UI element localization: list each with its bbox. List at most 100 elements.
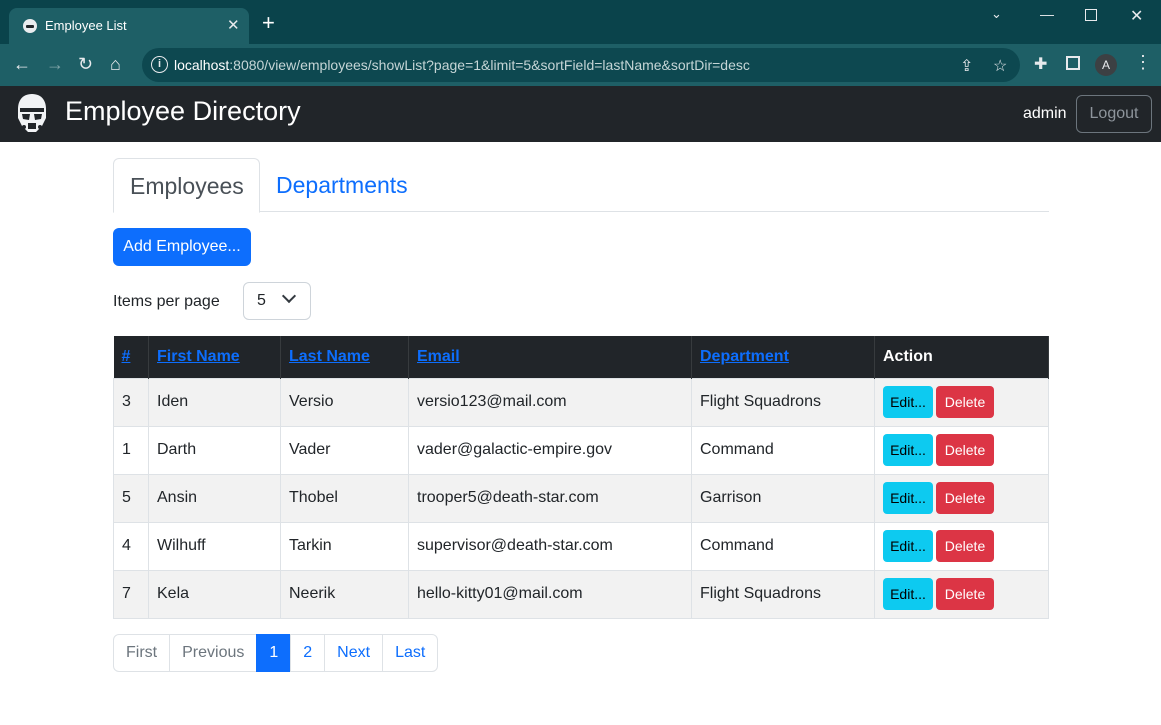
delete-button[interactable]: Delete — [936, 434, 994, 466]
tab-employees[interactable]: Employees — [113, 158, 260, 213]
bookmark-star-icon[interactable]: ☆ — [993, 56, 1007, 76]
address-bar[interactable]: i localhost:8080/view/employees/showList… — [142, 48, 1020, 82]
chevron-down-icon — [281, 288, 297, 304]
page-next-link[interactable]: Next — [324, 634, 384, 672]
cell-last-name: Neerik — [280, 569, 409, 619]
cell-department: Flight Squadrons — [691, 569, 875, 619]
stormtrooper-logo-icon[interactable] — [14, 92, 50, 136]
share-icon[interactable]: ⇪ — [960, 56, 973, 76]
cell-last-name: Thobel — [280, 473, 409, 523]
delete-button[interactable]: Delete — [936, 530, 994, 562]
delete-button[interactable]: Delete — [936, 482, 994, 514]
cell-email: supervisor@death-star.com — [408, 521, 692, 571]
items-per-page-label: Items per page — [113, 293, 220, 310]
forward-icon[interactable]: → — [46, 53, 64, 75]
site-info-icon[interactable]: i — [151, 56, 168, 73]
cell-email: vader@galactic-empire.gov — [408, 425, 692, 475]
cell-email: versio123@mail.com — [408, 377, 692, 427]
cell-department: Flight Squadrons — [691, 377, 875, 427]
browser-titlebar: Employee List ✕ + ⌄ — ✕ — [0, 0, 1161, 44]
cell-first-name: Wilhuff — [148, 521, 281, 571]
page-previous-link[interactable]: Previous — [169, 634, 258, 672]
cell-actions: Edit... Delete — [874, 377, 1049, 427]
url-text[interactable]: localhost:8080/view/employees/showList?p… — [174, 57, 750, 73]
profile-avatar[interactable]: A — [1095, 54, 1117, 76]
header-id[interactable]: # — [113, 336, 149, 378]
table-row: 1 Darth Vader vader@galactic-empire.gov … — [113, 425, 1049, 475]
header-email[interactable]: Email — [408, 336, 692, 378]
employee-table: # First Name Last Name Email Department … — [113, 336, 1049, 619]
header-last-name[interactable]: Last Name — [280, 336, 409, 378]
app-navbar: Employee Directory admin Logout — [0, 86, 1161, 142]
pagination: First Previous 1 2 Next Last — [113, 634, 439, 672]
table-header-row: # First Name Last Name Email Department … — [113, 336, 1049, 378]
header-first-name[interactable]: First Name — [148, 336, 281, 378]
page-first-link[interactable]: First — [113, 634, 171, 672]
page-2-link[interactable]: 2 — [290, 634, 326, 672]
close-tab-icon[interactable]: ✕ — [227, 16, 240, 34]
edit-button[interactable]: Edit... — [883, 578, 933, 610]
sort-first-name-link[interactable]: First Name — [157, 348, 240, 365]
edit-button[interactable]: Edit... — [883, 386, 933, 418]
edit-button[interactable]: Edit... — [883, 530, 933, 562]
table-row: 5 Ansin Thobel trooper5@death-star.com G… — [113, 473, 1049, 523]
chrome-menu-icon[interactable]: ⋮ — [1134, 52, 1152, 73]
cell-id: 1 — [113, 425, 149, 475]
sort-id-link[interactable]: # — [122, 348, 131, 365]
sort-department-link[interactable]: Department — [700, 348, 789, 365]
back-icon[interactable]: ← — [13, 53, 31, 75]
cell-last-name: Tarkin — [280, 521, 409, 571]
delete-button[interactable]: Delete — [936, 386, 994, 418]
page-last-link[interactable]: Last — [382, 634, 439, 672]
table-row: 3 Iden Versio versio123@mail.com Flight … — [113, 377, 1049, 427]
cell-actions: Edit... Delete — [874, 521, 1049, 571]
cell-actions: Edit... Delete — [874, 473, 1049, 523]
browser-tab[interactable]: Employee List ✕ — [9, 8, 249, 44]
sort-last-name-link[interactable]: Last Name — [289, 348, 370, 365]
side-panel-icon[interactable] — [1066, 56, 1080, 70]
header-department[interactable]: Department — [691, 336, 875, 378]
cell-email: hello-kitty01@mail.com — [408, 569, 692, 619]
cell-first-name: Ansin — [148, 473, 281, 523]
home-icon[interactable]: ⌂ — [110, 53, 121, 75]
section-tabs: Employees Departments — [113, 158, 1049, 213]
items-per-page-select[interactable]: 5 — [243, 282, 311, 320]
delete-button[interactable]: Delete — [936, 578, 994, 610]
stormtrooper-favicon-icon — [23, 19, 37, 33]
browser-toolbar: ← → ↻ ⌂ i localhost:8080/view/employees/… — [0, 44, 1161, 86]
page-content: Employee Directory admin Logout Employee… — [0, 86, 1161, 725]
tab-search-icon[interactable]: ⌄ — [991, 6, 1002, 22]
close-window-icon[interactable]: ✕ — [1130, 6, 1143, 26]
sort-email-link[interactable]: Email — [417, 348, 460, 365]
edit-button[interactable]: Edit... — [883, 482, 933, 514]
minimize-icon[interactable]: — — [1040, 6, 1054, 22]
cell-id: 5 — [113, 473, 149, 523]
cell-department: Command — [691, 425, 875, 475]
cell-department: Command — [691, 521, 875, 571]
username-label: admin — [1023, 105, 1067, 122]
cell-actions: Edit... Delete — [874, 569, 1049, 619]
cell-id: 3 — [113, 377, 149, 427]
cell-first-name: Kela — [148, 569, 281, 619]
cell-first-name: Iden — [148, 377, 281, 427]
cell-actions: Edit... Delete — [874, 425, 1049, 475]
tab-departments[interactable]: Departments — [260, 158, 424, 212]
cell-department: Garrison — [691, 473, 875, 523]
add-employee-button[interactable]: Add Employee... — [113, 228, 251, 266]
table-row: 4 Wilhuff Tarkin supervisor@death-star.c… — [113, 521, 1049, 571]
header-action: Action — [874, 336, 1049, 378]
cell-last-name: Versio — [280, 377, 409, 427]
cell-last-name: Vader — [280, 425, 409, 475]
cell-first-name: Darth — [148, 425, 281, 475]
cell-email: trooper5@death-star.com — [408, 473, 692, 523]
new-tab-icon[interactable]: + — [262, 12, 275, 34]
brand-title[interactable]: Employee Directory — [65, 96, 301, 127]
table-row: 7 Kela Neerik hello-kitty01@mail.com Fli… — [113, 569, 1049, 619]
extensions-puzzle-icon[interactable]: ✚ — [1034, 54, 1047, 74]
page-1-link[interactable]: 1 — [256, 634, 292, 672]
reload-icon[interactable]: ↻ — [78, 53, 93, 75]
cell-id: 7 — [113, 569, 149, 619]
maximize-icon[interactable] — [1085, 9, 1097, 21]
edit-button[interactable]: Edit... — [883, 434, 933, 466]
logout-button[interactable]: Logout — [1076, 95, 1152, 133]
